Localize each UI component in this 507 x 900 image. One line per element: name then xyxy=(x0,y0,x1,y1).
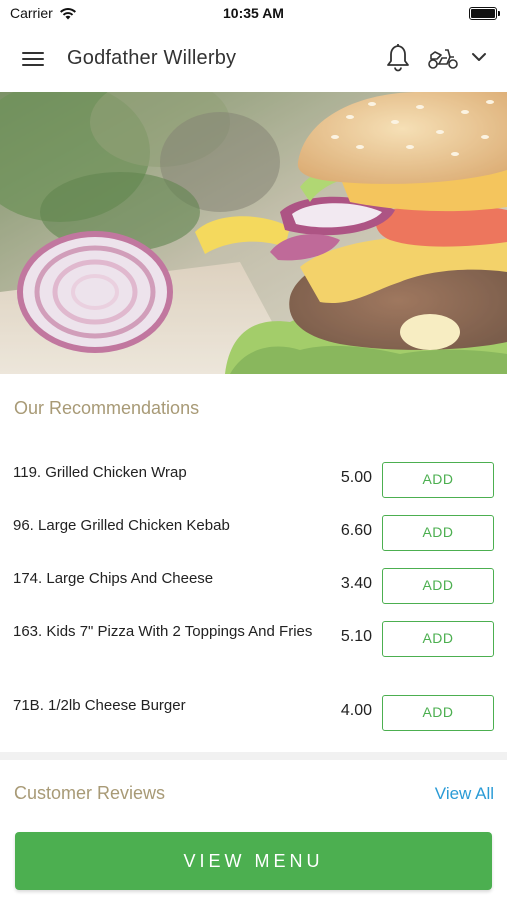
status-bar: Carrier 10:35 AM xyxy=(0,0,507,26)
section-divider xyxy=(0,752,507,760)
item-price: 5.00 xyxy=(340,469,372,486)
add-button[interactable]: ADD xyxy=(382,462,494,498)
view-all-link[interactable]: View All xyxy=(435,784,494,804)
item-price: 5.10 xyxy=(340,628,372,645)
item-price: 4.00 xyxy=(340,702,372,719)
battery-icon xyxy=(469,7,500,20)
add-button[interactable]: ADD xyxy=(382,568,494,604)
item-name: 96. Large Grilled Chicken Kebab xyxy=(13,517,230,534)
menu-icon[interactable] xyxy=(22,50,46,68)
recommendations-title: Our Recommendations xyxy=(14,398,200,418)
page-title: Godfather Willerby xyxy=(67,47,237,69)
item-name: 119. Grilled Chicken Wrap xyxy=(13,464,187,481)
item-name: 71B. 1/2lb Cheese Burger xyxy=(13,697,186,714)
item-price: 6.60 xyxy=(340,522,372,539)
add-button[interactable]: ADD xyxy=(382,515,494,551)
bell-icon[interactable] xyxy=(385,42,411,72)
burger-banner-image xyxy=(0,92,507,374)
status-time: 10:35 AM xyxy=(223,5,284,21)
item-name: 163. Kids 7" Pizza With 2 Toppings And F… xyxy=(13,623,313,640)
item-name: 174. Large Chips And Cheese xyxy=(13,570,214,587)
scooter-icon[interactable] xyxy=(427,46,459,70)
add-button[interactable]: ADD xyxy=(382,621,494,657)
chevron-down-icon[interactable] xyxy=(470,50,488,64)
reviews-title: Customer Reviews xyxy=(14,783,166,803)
add-button[interactable]: ADD xyxy=(382,695,494,731)
app-header: Godfather Willerby xyxy=(0,26,507,92)
item-price: 3.40 xyxy=(340,575,372,592)
view-menu-button[interactable]: VIEW MENU xyxy=(15,832,492,890)
